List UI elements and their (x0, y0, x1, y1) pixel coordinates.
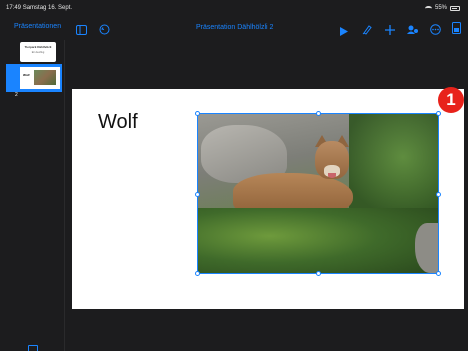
sidebar-icon[interactable] (76, 22, 87, 40)
add-slide-icon[interactable] (28, 345, 38, 351)
plus-icon[interactable] (385, 22, 395, 40)
presentations-back-button[interactable]: Präsentationen (14, 23, 61, 30)
play-icon[interactable] (340, 23, 348, 41)
slide-thumbnail-title: Wolf (23, 73, 30, 77)
slide-thumbnail-image (34, 70, 56, 85)
slide-thumbnail-subtitle: Ein Ausflug (31, 51, 45, 54)
slide-thumbnail-1[interactable]: Tierpark Dählhölzli Ein Ausflug (20, 42, 56, 62)
more-icon[interactable] (430, 22, 441, 40)
document-icon[interactable] (452, 21, 461, 39)
leaves-shape (349, 113, 439, 223)
keynote-screen: 17:49 Samstag 16. Sept. 55% Präsentation… (0, 0, 468, 351)
slide-thumbnail-2-selected[interactable]: 2 Wolf (6, 64, 62, 98)
brush-icon[interactable] (362, 22, 372, 40)
foliage-shape (197, 208, 439, 274)
rock-shape (415, 223, 439, 273)
battery-percent: 55% (434, 5, 447, 11)
status-time: 17:49 Samstag 16. Sept. (6, 5, 72, 11)
presentation-title[interactable]: Präsentation Dählhölzli 2 (196, 24, 273, 31)
slide-number: 2 (15, 92, 18, 98)
slide-canvas[interactable]: Wolf (72, 89, 464, 309)
share-icon[interactable] (407, 22, 419, 40)
wifi-icon (424, 5, 432, 11)
toolbar: Präsentationen Präsentation Dählhölzli 2 (0, 18, 468, 40)
slide-navigator: Tierpark Dählhölzli Ein Ausflug 2 Wolf (0, 40, 65, 351)
time-text: 17:49 (6, 5, 22, 11)
slide-thumbnail-2: Wolf (20, 67, 60, 89)
undo-icon[interactable] (99, 22, 110, 40)
slide-title[interactable]: Wolf (98, 111, 138, 134)
wolf-image[interactable] (197, 113, 439, 274)
date-text: Samstag 16. Sept. (22, 5, 73, 11)
status-right: 55% (424, 5, 460, 11)
battery-icon (450, 5, 460, 11)
slide-thumbnail-title: Tierpark Dählhölzli (24, 45, 52, 49)
status-bar: 17:49 Samstag 16. Sept. 55% (0, 0, 468, 14)
wolf-tongue-shape (328, 173, 336, 178)
annotation-badge: 1 (438, 87, 464, 113)
